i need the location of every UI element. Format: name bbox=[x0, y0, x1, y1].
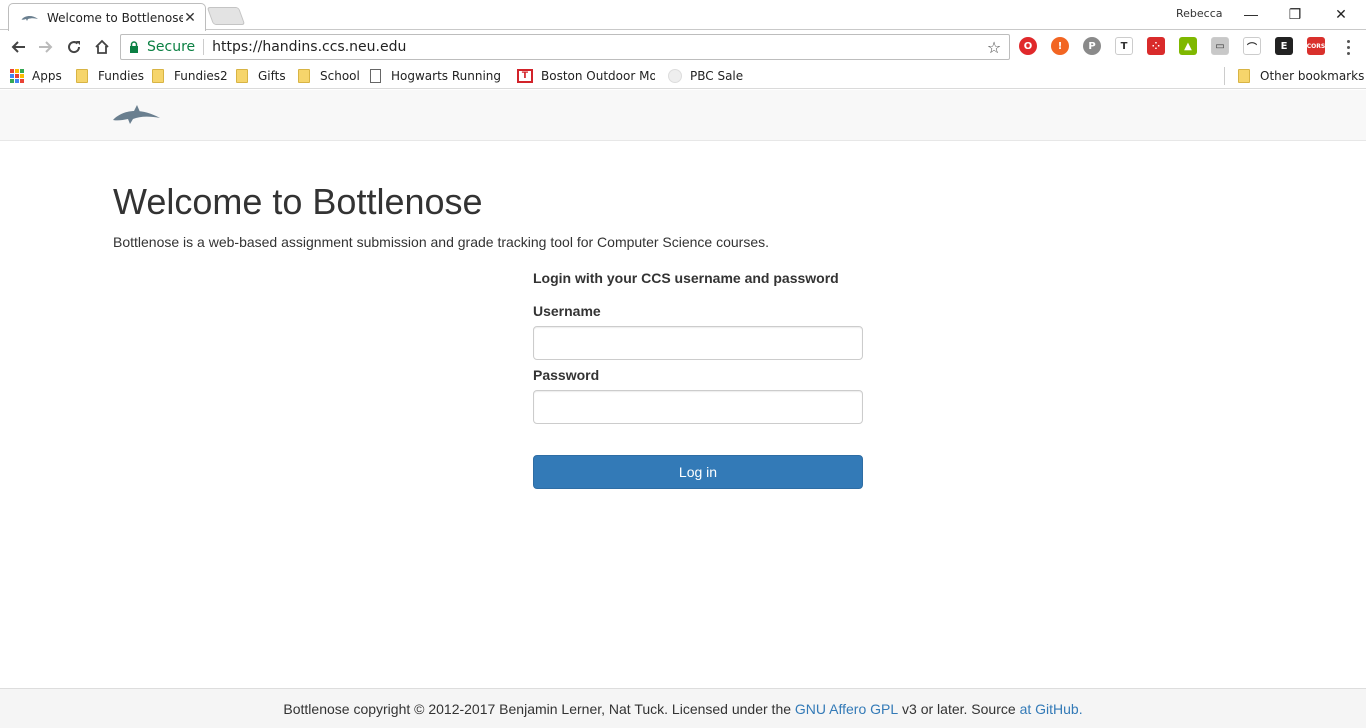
dice-extension-icon[interactable]: ⁘ bbox=[1147, 37, 1165, 55]
bottlenose-dolphin-logo[interactable] bbox=[112, 102, 162, 128]
restore-icon[interactable]: ❐ bbox=[1284, 4, 1306, 24]
back-icon[interactable] bbox=[6, 35, 30, 59]
page-title: Welcome to Bottlenose bbox=[113, 181, 483, 222]
bookmark-label: Apps bbox=[32, 69, 62, 83]
bookmark-fundies2[interactable]: Fundies2 bbox=[152, 66, 228, 86]
lock-icon bbox=[130, 41, 138, 53]
bookmark-school[interactable]: School bbox=[298, 66, 360, 86]
username-label: Username bbox=[533, 303, 601, 319]
minimize-icon[interactable]: — bbox=[1240, 4, 1262, 24]
tab-close-icon[interactable]: ✕ bbox=[183, 9, 197, 26]
bookmark-star-icon[interactable]: ☆ bbox=[983, 38, 1005, 57]
folder-icon bbox=[1238, 69, 1250, 83]
window-close-icon[interactable]: ✕ bbox=[1330, 4, 1352, 24]
bookmark-hogwarts[interactable]: Hogwarts Running Cl bbox=[370, 66, 504, 86]
bookmarks-divider bbox=[1224, 67, 1225, 85]
bookmarks-bar: Apps Fundies Fundies2 Gifts School Hogwa… bbox=[0, 63, 1366, 89]
bookmark-label: Gifts bbox=[258, 69, 286, 83]
bookmark-label: Fundies bbox=[98, 69, 145, 83]
plant-extension-icon[interactable]: ▲ bbox=[1179, 37, 1197, 55]
bookmark-label: School bbox=[320, 69, 360, 83]
bookmark-apps[interactable]: Apps bbox=[10, 66, 62, 86]
bookmark-label: PBC Sale bbox=[690, 69, 744, 83]
dolphin-favicon-icon bbox=[21, 15, 38, 21]
evernote-extension-icon[interactable]: E bbox=[1275, 37, 1293, 55]
pinterest-icon[interactable]: P bbox=[1083, 37, 1101, 55]
footer-copyright: Bottlenose copyright © 2012-2017 Benjami… bbox=[283, 700, 795, 717]
bookmark-label: Boston Outdoor Mov bbox=[541, 69, 655, 83]
omnibox-separator bbox=[203, 39, 205, 55]
login-title: Login with your CCS username and passwor… bbox=[533, 270, 839, 286]
login-button[interactable]: Log in bbox=[533, 455, 863, 489]
bookmark-gifts[interactable]: Gifts bbox=[236, 66, 286, 86]
arc-extension-icon[interactable]: ⌒ bbox=[1243, 37, 1261, 55]
new-tab-button[interactable] bbox=[206, 7, 246, 25]
bookmark-label: Hogwarts Running Cl bbox=[391, 69, 504, 83]
main-content: Welcome to Bottlenose Bottlenose is a we… bbox=[113, 180, 1253, 250]
address-bar[interactable]: Secure https://handins.ccs.neu.edu ☆ bbox=[120, 34, 1010, 60]
home-icon[interactable] bbox=[90, 35, 114, 59]
t-logo-icon: T bbox=[517, 69, 533, 83]
apps-grid-icon bbox=[10, 69, 24, 83]
footer-middle: v3 or later. Source bbox=[898, 700, 1020, 717]
url-text[interactable]: https://handins.ccs.neu.edu bbox=[212, 39, 983, 55]
secure-label: Secure bbox=[147, 39, 196, 55]
bookmark-boston-outdoor[interactable]: T Boston Outdoor Mov bbox=[517, 66, 655, 86]
profile-name[interactable]: Rebecca bbox=[1176, 7, 1223, 20]
folder-icon bbox=[298, 69, 310, 83]
tab-extension-icon[interactable]: T bbox=[1115, 37, 1133, 55]
page-description: Bottlenose is a web-based assignment sub… bbox=[113, 234, 770, 250]
login-form: Login with your CCS username and passwor… bbox=[533, 268, 863, 489]
bookmark-label: Fundies2 bbox=[174, 69, 228, 83]
password-input[interactable] bbox=[533, 390, 863, 424]
browser-menu-icon[interactable] bbox=[1340, 36, 1356, 58]
password-label: Password bbox=[533, 367, 600, 383]
bookmark-label: Other bookmarks bbox=[1260, 69, 1365, 83]
screenshot-extension-icon[interactable]: ▭ bbox=[1211, 37, 1229, 55]
bookmark-fundies[interactable]: Fundies bbox=[76, 66, 144, 86]
github-link[interactable]: at GitHub. bbox=[1020, 701, 1083, 717]
alert-extension-icon[interactable]: ! bbox=[1051, 37, 1069, 55]
forward-icon[interactable] bbox=[34, 35, 58, 59]
page-footer: Bottlenose copyright © 2012-2017 Benjami… bbox=[0, 688, 1366, 728]
page-icon bbox=[370, 69, 381, 83]
license-link[interactable]: GNU Affero GPL bbox=[795, 701, 898, 717]
browser-tab[interactable]: Welcome to Bottlenose - ✕ bbox=[8, 3, 206, 31]
folder-icon bbox=[152, 69, 164, 83]
site-icon bbox=[668, 69, 682, 83]
opera-icon[interactable]: O bbox=[1019, 37, 1037, 55]
cors-extension-icon[interactable]: CORS bbox=[1307, 37, 1325, 55]
folder-icon bbox=[76, 69, 88, 83]
browser-tab-strip: Welcome to Bottlenose - ✕ Rebecca — ❐ ✕ bbox=[0, 0, 1366, 31]
reload-icon[interactable] bbox=[62, 35, 86, 59]
bookmark-other[interactable]: Other bookmarks bbox=[1238, 66, 1364, 86]
folder-icon bbox=[236, 69, 248, 83]
bookmark-pbc-sale[interactable]: PBC Sale bbox=[668, 66, 743, 86]
tab-title: Welcome to Bottlenose - bbox=[47, 10, 183, 25]
username-input[interactable] bbox=[533, 326, 863, 360]
site-navbar bbox=[0, 90, 1366, 141]
